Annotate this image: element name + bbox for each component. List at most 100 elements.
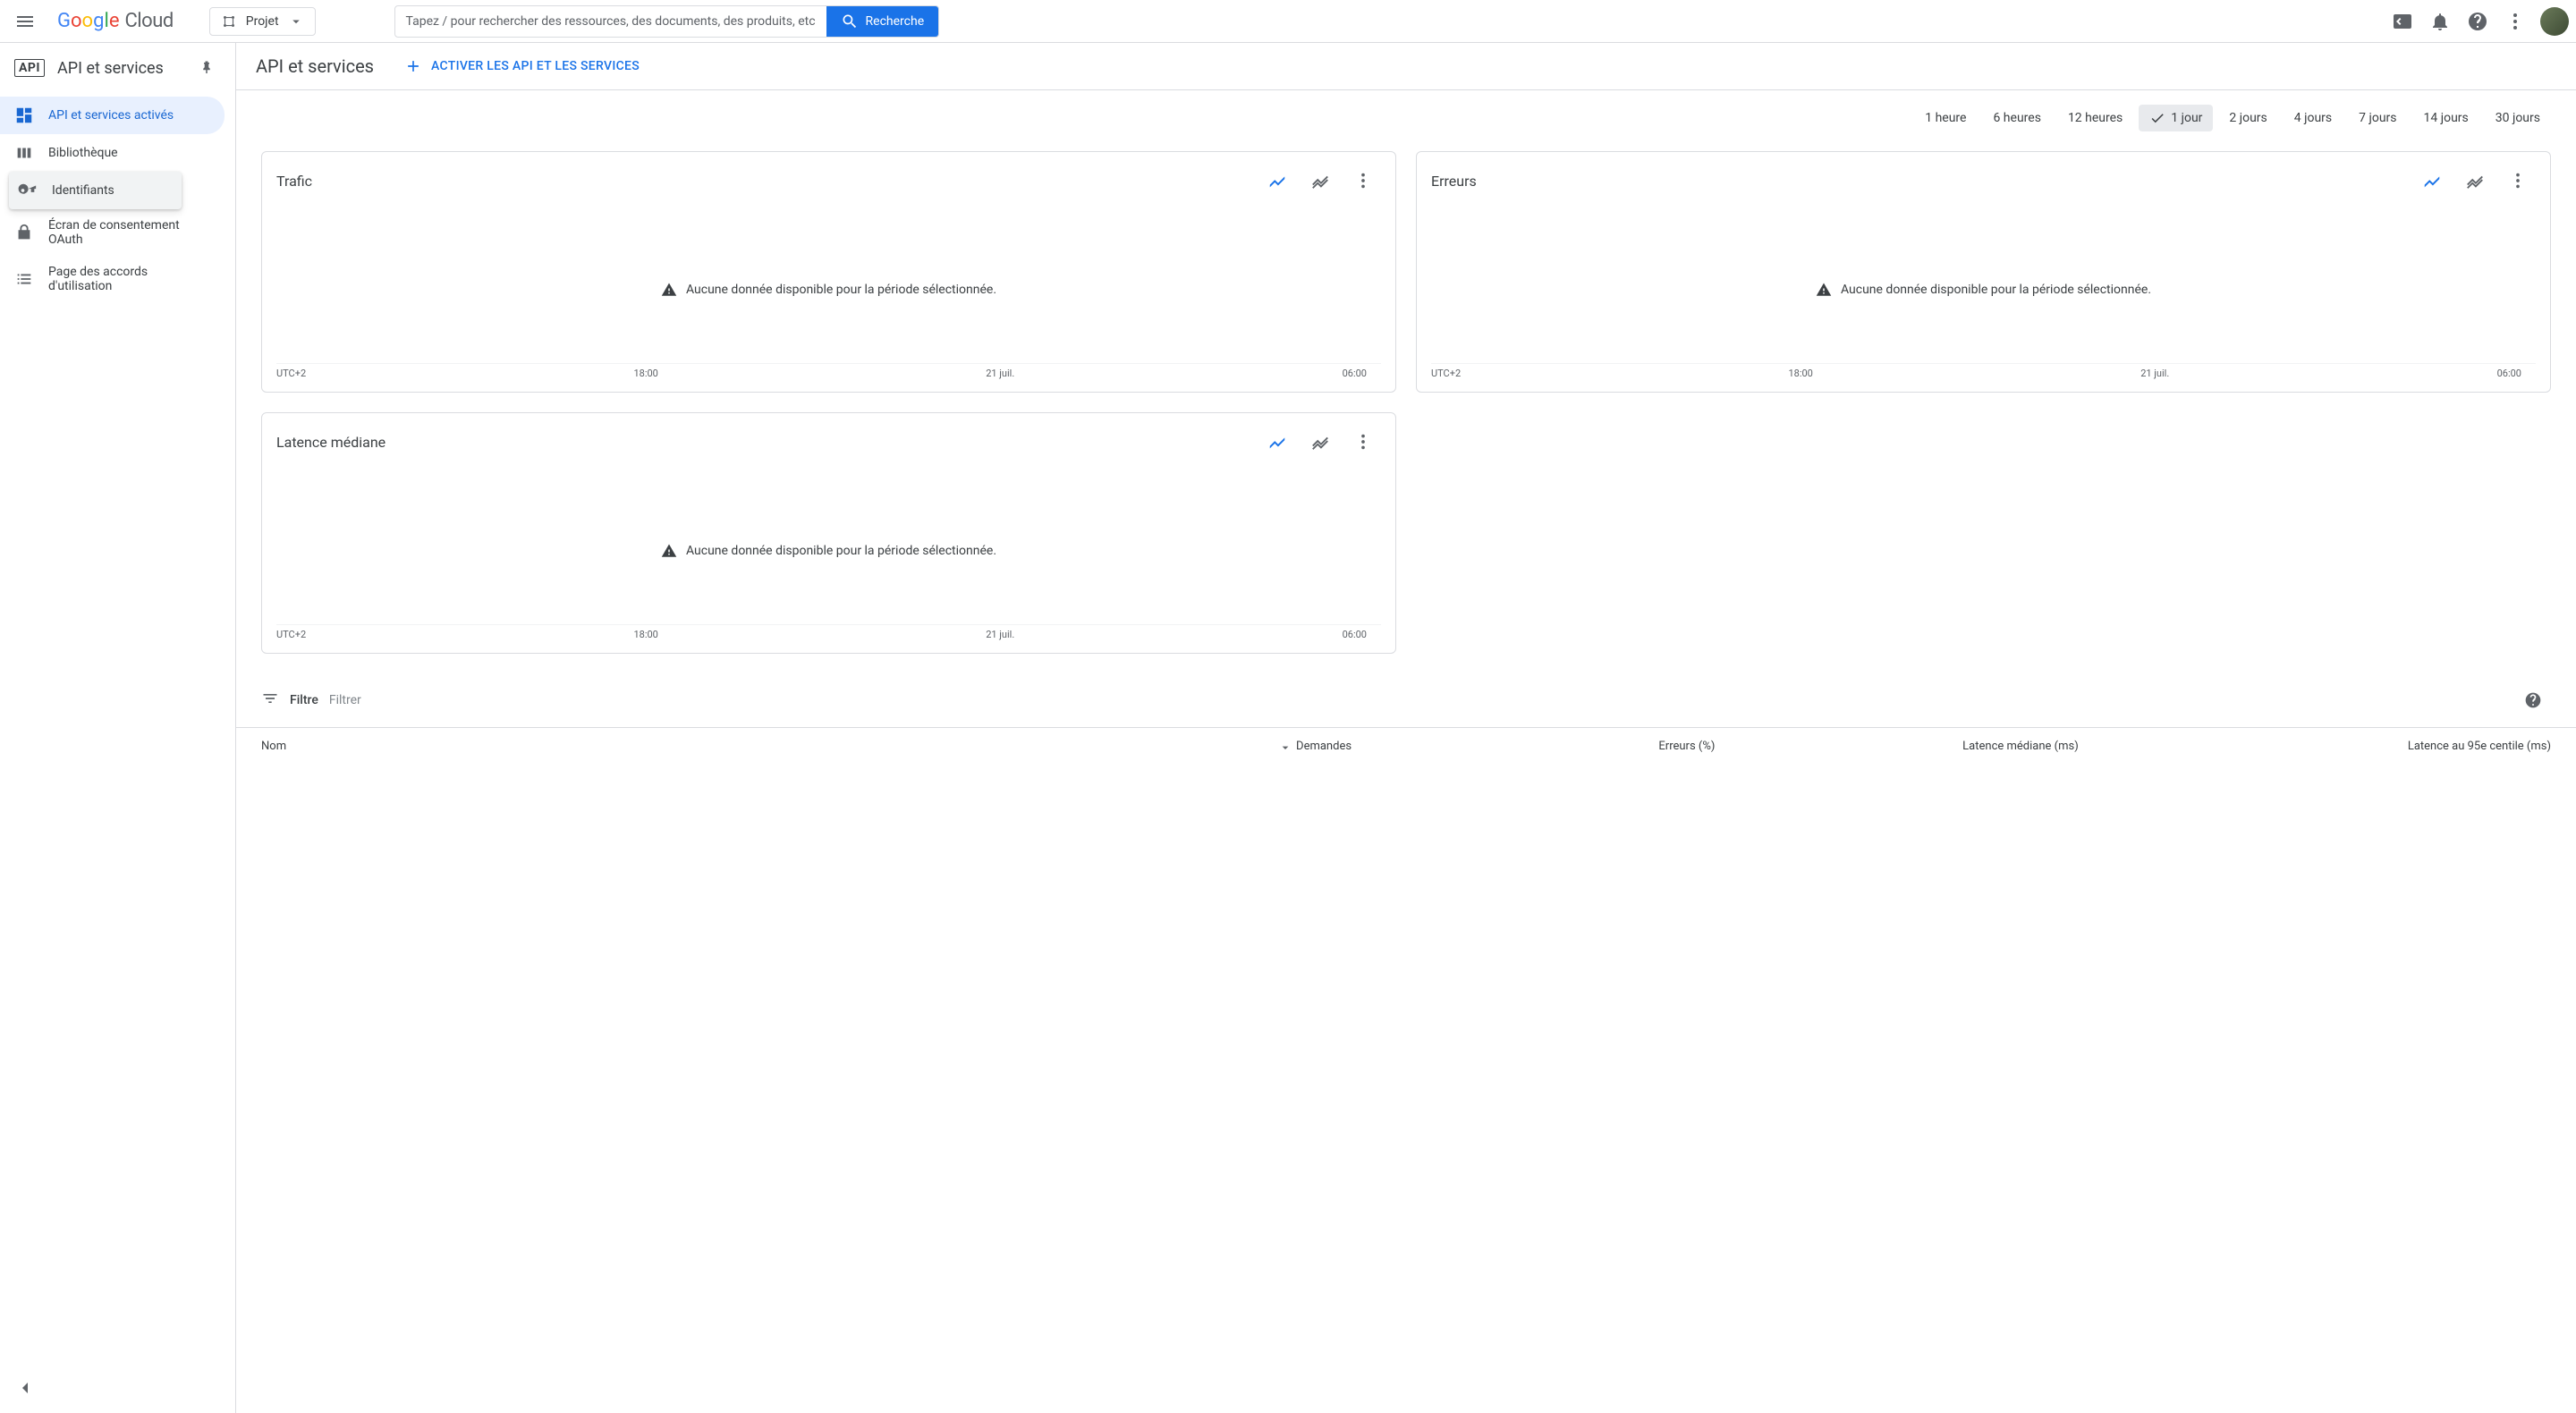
help-icon bbox=[2524, 691, 2542, 709]
key-icon bbox=[18, 181, 38, 200]
time-chip-1h[interactable]: 1 heure bbox=[1914, 105, 1977, 131]
line-chart-icon bbox=[2422, 171, 2442, 190]
time-chip-6h[interactable]: 6 heures bbox=[1982, 105, 2051, 131]
col-latency-median[interactable]: Latence médiane (ms) bbox=[1715, 739, 2078, 753]
stacked-chart-icon bbox=[1310, 171, 1330, 190]
time-chip-label: 1 jour bbox=[2171, 111, 2202, 125]
card-traffic: Trafic Aucune donnée disponible pour la … bbox=[261, 151, 1396, 393]
search-placeholder: Tapez / pour rechercher des ressources, … bbox=[395, 14, 826, 29]
warning-icon bbox=[661, 543, 677, 559]
check-icon bbox=[2149, 110, 2165, 126]
topbar-actions bbox=[2385, 4, 2569, 39]
axis-tick: 06:00 bbox=[1343, 368, 1367, 379]
axis-tick: 06:00 bbox=[2497, 368, 2521, 379]
filter-icon bbox=[261, 690, 279, 707]
consent-icon bbox=[14, 223, 34, 242]
filter-input[interactable]: Filtrer bbox=[329, 693, 2504, 707]
nav-library[interactable]: Bibliothèque bbox=[0, 134, 225, 172]
sidebar-header: API API et services bbox=[0, 43, 235, 93]
enable-apis-button[interactable]: ACTIVER LES API ET LES SERVICES bbox=[395, 52, 648, 80]
table-header: Nom Demandes Erreurs (%) Latence médiane… bbox=[236, 727, 2576, 764]
col-label: Demandes bbox=[1296, 740, 1352, 753]
sidebar-nav: API et services activés Bibliothèque Ide… bbox=[0, 93, 235, 302]
main-content: API et services ACTIVER LES API ET LES S… bbox=[236, 43, 2576, 1413]
account-avatar[interactable] bbox=[2540, 7, 2569, 36]
line-chart-icon bbox=[1267, 432, 1287, 452]
cloud-shell-button[interactable] bbox=[2385, 4, 2420, 39]
no-data-text: Aucune donnée disponible pour la période… bbox=[686, 544, 996, 558]
chart-line-toggle[interactable] bbox=[2414, 163, 2450, 199]
time-chip-label: 12 heures bbox=[2068, 111, 2123, 125]
time-chip-4d[interactable]: 4 jours bbox=[2284, 105, 2343, 131]
more-vert-icon bbox=[2508, 171, 2528, 190]
help-button[interactable] bbox=[2460, 4, 2496, 39]
nav-enabled-apis[interactable]: API et services activés bbox=[0, 97, 225, 134]
axis-tick: UTC+2 bbox=[276, 629, 306, 640]
pin-button[interactable] bbox=[192, 54, 221, 82]
time-chip-label: 1 heure bbox=[1925, 111, 1966, 125]
sidebar-collapse-button[interactable] bbox=[7, 1370, 43, 1406]
sidebar-product-title: API et services bbox=[57, 59, 164, 78]
line-chart-icon bbox=[1267, 171, 1287, 190]
nav-credentials[interactable]: Identifiants bbox=[9, 172, 182, 209]
chart-line-toggle[interactable] bbox=[1259, 424, 1295, 460]
topbar: Google Cloud Projet Tapez / pour recherc… bbox=[0, 0, 2576, 43]
terminal-icon bbox=[2392, 11, 2413, 32]
nav-oauth-consent[interactable]: Écran de consentement OAuth bbox=[0, 209, 225, 256]
time-chip-12h[interactable]: 12 heures bbox=[2057, 105, 2133, 131]
warning-icon bbox=[661, 282, 677, 298]
nav-agreements[interactable]: Page des accords d'utilisation bbox=[0, 256, 225, 302]
stacked-chart-icon bbox=[2465, 171, 2485, 190]
chart-stacked-toggle[interactable] bbox=[1302, 163, 1338, 199]
time-chip-14d[interactable]: 14 jours bbox=[2413, 105, 2479, 131]
search-box[interactable]: Tapez / pour rechercher des ressources, … bbox=[394, 5, 940, 38]
chart-line-toggle[interactable] bbox=[1259, 163, 1295, 199]
overflow-button[interactable] bbox=[2497, 4, 2533, 39]
nav-item-label: Page des accords d'utilisation bbox=[48, 265, 210, 293]
card-overflow[interactable] bbox=[1345, 424, 1381, 460]
col-requests[interactable]: Demandes bbox=[988, 739, 1352, 753]
no-data-message: Aucune donnée disponible pour la période… bbox=[1816, 282, 2151, 298]
x-axis: UTC+2 18:00 21 juil. 06:00 bbox=[276, 624, 1381, 653]
axis-tick: 21 juil. bbox=[2140, 368, 2169, 379]
time-chip-30d[interactable]: 30 jours bbox=[2485, 105, 2551, 131]
notifications-button[interactable] bbox=[2422, 4, 2458, 39]
project-picker-label: Projet bbox=[246, 14, 279, 29]
time-chip-7d[interactable]: 7 jours bbox=[2348, 105, 2407, 131]
card-latency: Latence médiane Aucune donnée disponible… bbox=[261, 412, 1396, 654]
no-data-text: Aucune donnée disponible pour la période… bbox=[1841, 283, 2151, 297]
project-icon bbox=[221, 13, 237, 30]
search-button[interactable]: Recherche bbox=[826, 6, 939, 37]
bell-icon bbox=[2429, 11, 2451, 32]
col-name[interactable]: Nom bbox=[261, 739, 988, 753]
filter-icon-wrap bbox=[261, 690, 279, 711]
no-data-text: Aucune donnée disponible pour la période… bbox=[686, 283, 996, 297]
time-chip-label: 2 jours bbox=[2229, 111, 2267, 125]
filter-help-button[interactable] bbox=[2515, 682, 2551, 718]
col-errors[interactable]: Erreurs (%) bbox=[1352, 739, 1715, 753]
card-overflow[interactable] bbox=[2500, 163, 2536, 199]
axis-tick: 21 juil. bbox=[986, 368, 1014, 379]
chart-stacked-toggle[interactable] bbox=[2457, 163, 2493, 199]
list-icon bbox=[14, 269, 34, 289]
hamburger-menu[interactable] bbox=[7, 4, 43, 39]
no-data-message: Aucune donnée disponible pour la période… bbox=[661, 282, 996, 298]
card-overflow[interactable] bbox=[1345, 163, 1381, 199]
time-chip-2d[interactable]: 2 jours bbox=[2218, 105, 2277, 131]
pin-icon bbox=[199, 60, 215, 76]
col-label: Erreurs (%) bbox=[1658, 740, 1715, 753]
chart-stacked-toggle[interactable] bbox=[1302, 424, 1338, 460]
more-vert-icon bbox=[1353, 432, 1373, 452]
time-chip-1d[interactable]: 1 jour bbox=[2139, 105, 2213, 131]
plus-icon bbox=[404, 57, 422, 75]
more-vert-icon bbox=[1353, 171, 1373, 190]
nav-item-label: Identifiants bbox=[52, 183, 114, 198]
search-button-label: Recherche bbox=[866, 14, 925, 29]
time-chip-label: 30 jours bbox=[2496, 111, 2540, 125]
more-vert-icon bbox=[2504, 11, 2526, 32]
col-latency-p95[interactable]: Latence au 95e centile (ms) bbox=[2079, 739, 2551, 753]
dashboard-icon bbox=[14, 106, 34, 125]
project-picker[interactable]: Projet bbox=[209, 7, 316, 36]
stacked-chart-icon bbox=[1310, 432, 1330, 452]
google-cloud-logo[interactable]: Google Cloud bbox=[50, 10, 181, 32]
